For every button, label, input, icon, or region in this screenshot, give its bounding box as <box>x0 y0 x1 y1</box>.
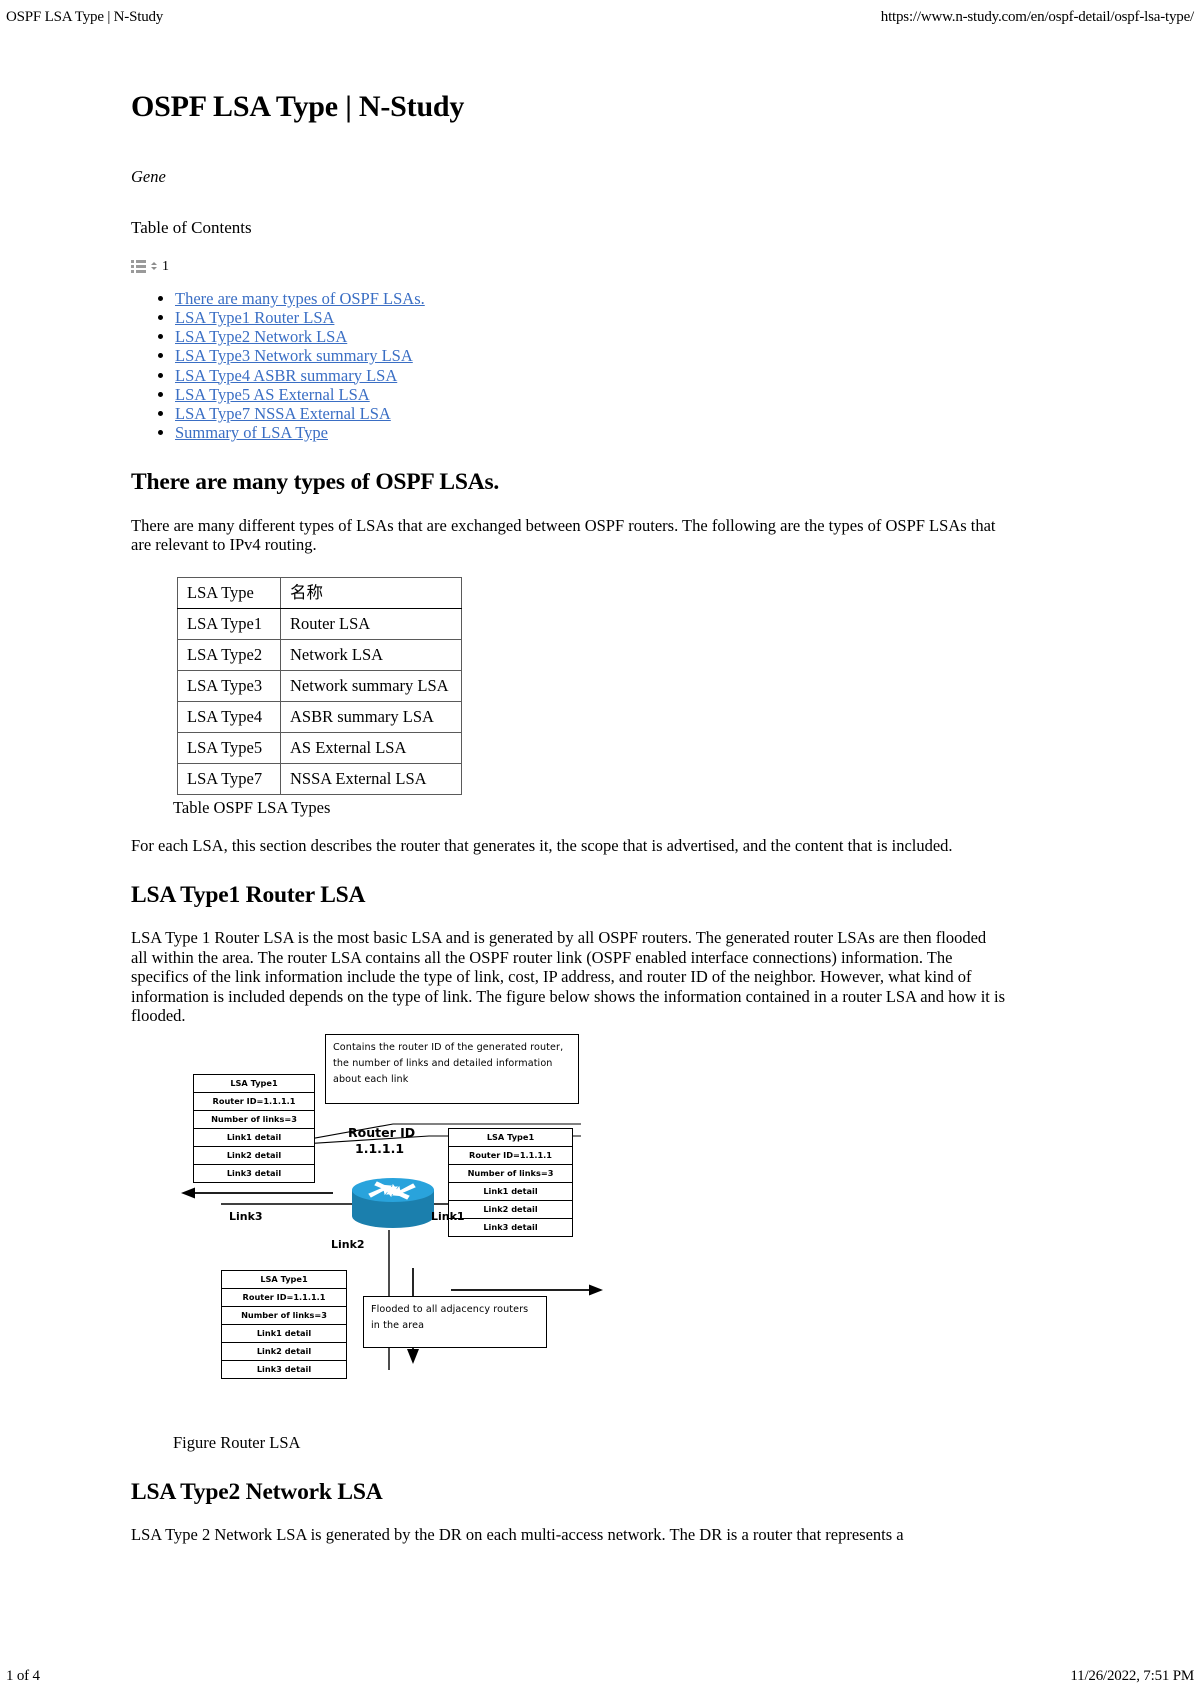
list-item[interactable]: LSA Type1 Router LSA <box>175 308 1006 327</box>
section-paragraph-type2: LSA Type 2 Network LSA is generated by t… <box>131 1524 904 1544</box>
table-cell-type: LSA Type5 <box>177 731 281 764</box>
lsa-row: Number of links=3 <box>194 1111 314 1129</box>
lsa-row: Link1 detail <box>194 1129 314 1147</box>
print-footer-page: 1 of 4 <box>6 1668 40 1684</box>
table-header-row: LSA Type 名称 <box>177 576 462 609</box>
toc-link-7[interactable]: Summary of LSA Type <box>175 423 328 442</box>
lsa-box-bottom: LSA Type1 Router ID=1.1.1.1 Number of li… <box>221 1269 347 1379</box>
print-header: OSPF LSA Type | N-Study https://www.n-st… <box>6 8 1194 28</box>
list-item[interactable]: LSA Type4 ASBR summary LSA <box>175 366 1006 385</box>
toc-heading: Table of Contents <box>131 218 252 238</box>
lsa-row: LSA Type1 <box>194 1075 314 1093</box>
table-row: LSA Type3 Network summary LSA <box>177 669 462 702</box>
toc-link-1[interactable]: LSA Type1 Router LSA <box>175 308 334 327</box>
section-heading-type2: LSA Type2 Network LSA <box>131 1478 383 1505</box>
page-title: OSPF LSA Type | N-Study <box>131 90 465 123</box>
toc-link-0[interactable]: There are many types of OSPF LSAs. <box>175 289 425 308</box>
lsa-row: Link1 detail <box>449 1183 572 1201</box>
table-caption: Table OSPF LSA Types <box>173 797 331 817</box>
table-cell-name: AS External LSA <box>280 731 462 764</box>
document-body: OSPF LSA Type | N-Study Gene Table of Co… <box>131 90 1006 1544</box>
table-row: LSA Type2 Network LSA <box>177 638 462 671</box>
lsa-row: Link1 detail <box>222 1325 346 1343</box>
router-icon <box>352 1177 434 1228</box>
table-header-cell-type: LSA Type <box>177 576 281 609</box>
lsa-row: Link3 detail <box>483 1221 538 1232</box>
toc-widget[interactable]: 1 <box>131 259 1006 275</box>
lsa-box-right: LSA Type1 Router ID=1.1.1.1 Number of li… <box>448 1127 573 1237</box>
callout-flooded-info: Flooded to all adjacency routers in the … <box>363 1295 547 1348</box>
lsa-row: Router ID=1.1.1.1 <box>194 1093 314 1111</box>
table-cell-name: ASBR summary LSA <box>280 700 462 733</box>
print-footer-timestamp: 11/26/2022, 7:51 PM <box>1070 1668 1194 1684</box>
table-cell-name: Network summary LSA <box>280 669 462 702</box>
lsa-row: Link3 detail <box>226 1167 282 1178</box>
lsa-row: Link3 detail <box>256 1363 312 1374</box>
table-cell-name: Router LSA <box>280 607 462 640</box>
lsa-row: Router ID=1.1.1.1 <box>222 1289 346 1307</box>
toc-link-3[interactable]: LSA Type3 Network summary LSA <box>175 346 413 365</box>
router-id-label-line1: Router ID <box>348 1124 416 1140</box>
toc-link-4[interactable]: LSA Type4 ASBR summary LSA <box>175 366 397 385</box>
lsa-row: Number of links=3 <box>222 1307 346 1325</box>
figure-caption: Figure Router LSA <box>173 1432 301 1452</box>
table-cell-type: LSA Type7 <box>177 762 281 795</box>
toc-list: There are many types of OSPF LSAs. LSA T… <box>131 289 1006 443</box>
link-label-link3: Link3 <box>229 1209 263 1223</box>
toc-link-5[interactable]: LSA Type5 AS External LSA <box>175 385 370 404</box>
table-cell-type: LSA Type1 <box>177 607 281 640</box>
table-cell-type: LSA Type2 <box>177 638 281 671</box>
section-heading-type1: LSA Type1 Router LSA <box>131 882 366 908</box>
table-row: LSA Type7 NSSA External LSA <box>177 762 462 795</box>
list-icon <box>131 260 146 273</box>
callout-router-id-info: Contains the router ID of the generated … <box>325 1033 579 1104</box>
list-item[interactable]: LSA Type2 Network LSA <box>175 327 1006 346</box>
table-row: LSA Type5 AS External LSA <box>177 731 462 764</box>
lsa-row: Router ID=1.1.1.1 <box>449 1147 572 1165</box>
table-cell-name: NSSA External LSA <box>280 762 462 795</box>
toc-link-2[interactable]: LSA Type2 Network LSA <box>175 327 347 346</box>
section-heading-lsa-types: There are many types of OSPF LSAs. <box>131 469 500 496</box>
table-row: LSA Type4 ASBR summary LSA <box>177 700 462 733</box>
print-header-url: https://www.n-study.com/en/ospf-detail/o… <box>880 9 1194 25</box>
print-footer: 1 of 4 11/26/2022, 7:51 PM <box>6 1665 1194 1685</box>
section-paragraph-lsa-types-2: For each LSA, this section describes the… <box>131 835 953 855</box>
toc-link-6[interactable]: LSA Type7 NSSA External LSA <box>175 404 391 423</box>
table-cell-name: Network LSA <box>280 638 462 671</box>
lsa-row: LSA Type1 <box>222 1271 346 1289</box>
author-byline: Gene <box>131 166 166 186</box>
section-paragraph-lsa-types: There are many different types of LSAs t… <box>131 515 996 555</box>
lsa-box-left: LSA Type1 Router ID=1.1.1.1 Number of li… <box>193 1073 315 1183</box>
list-item[interactable]: There are many types of OSPF LSAs. <box>175 289 1006 308</box>
toc-count-label: 1 <box>162 258 169 274</box>
lsa-row: Link2 detail <box>194 1147 314 1165</box>
print-header-title: OSPF LSA Type | N-Study <box>6 9 164 25</box>
table-cell-type: LSA Type3 <box>177 669 281 702</box>
list-item[interactable]: LSA Type3 Network summary LSA <box>175 346 1006 365</box>
toc-toggle-chevron-icon[interactable] <box>150 261 158 273</box>
table-header-cell-name: 名称 <box>280 576 462 609</box>
list-item[interactable]: LSA Type5 AS External LSA <box>175 385 1006 404</box>
link-label-link2: Link2 <box>331 1237 365 1251</box>
lsa-row: Number of links=3 <box>449 1165 572 1183</box>
lsa-row: LSA Type1 <box>449 1129 572 1147</box>
link-label-link1: Link1 <box>431 1209 465 1223</box>
figure-router-lsa: Contains the router ID of the generated … <box>173 1033 773 1432</box>
table-cell-type: LSA Type4 <box>177 700 281 733</box>
lsa-row: Link2 detail <box>222 1343 346 1361</box>
list-item[interactable]: Summary of LSA Type <box>175 423 1006 442</box>
lsa-row: Link2 detail <box>449 1201 572 1219</box>
lsa-types-table: LSA Type 名称 LSA Type1 Router LSA LSA Typ… <box>177 576 462 795</box>
section-paragraph-type1: LSA Type 1 Router LSA is the most basic … <box>131 928 1006 1026</box>
table-row: LSA Type1 Router LSA <box>177 607 462 640</box>
list-item[interactable]: LSA Type7 NSSA External LSA <box>175 404 1006 423</box>
router-id-label-line2: 1.1.1.1 <box>355 1140 405 1156</box>
